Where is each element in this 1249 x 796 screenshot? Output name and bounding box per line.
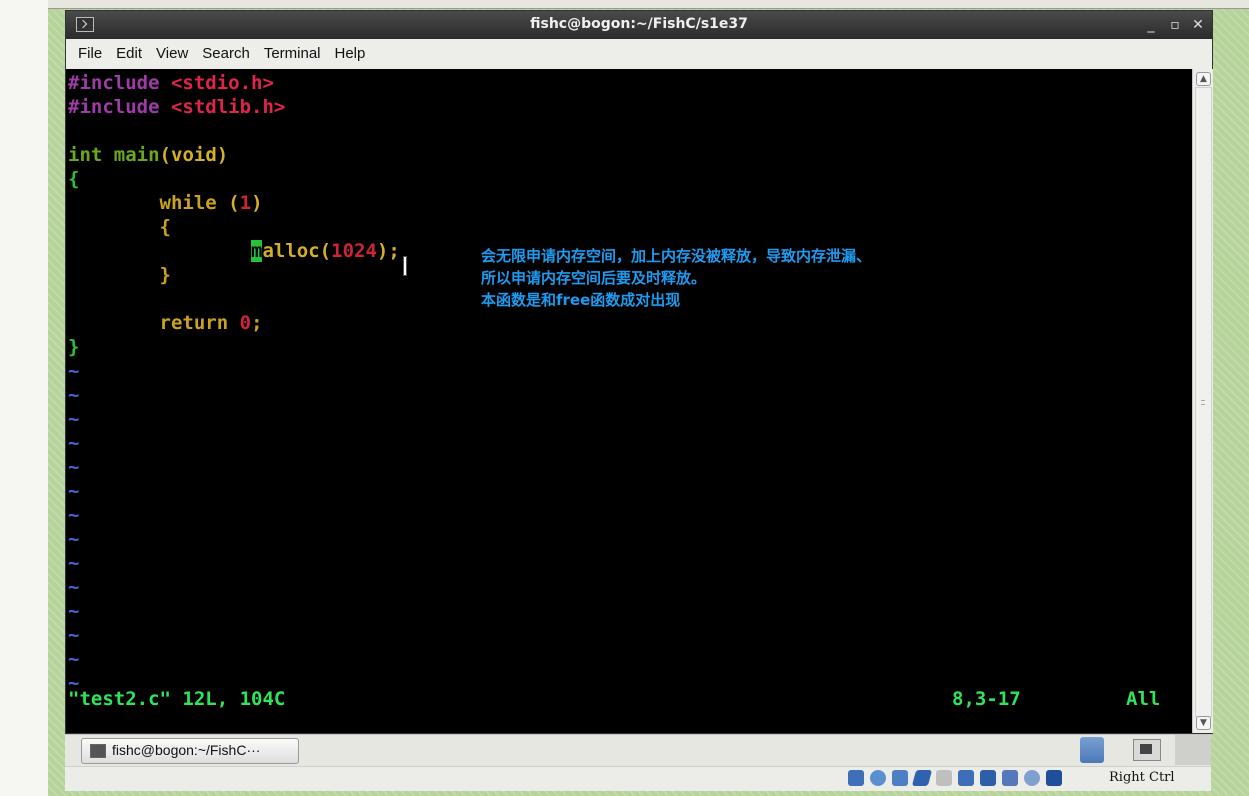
open-brace: {: [68, 168, 80, 190]
menu-bar: File Edit View Search Terminal Help: [66, 39, 1212, 70]
empty-line-marker: ~: [68, 408, 80, 430]
guest-top-panel: [48, 0, 1249, 9]
paren-open: (: [159, 144, 171, 166]
empty-line-marker: ~: [68, 576, 80, 598]
empty-line-marker: ~: [68, 648, 80, 670]
scroll-up-button[interactable]: ▲: [1196, 72, 1211, 86]
loop-condition: 1: [239, 192, 252, 214]
return-value: 0: [239, 312, 252, 334]
optical-disk-icon[interactable]: [848, 770, 864, 786]
malloc-call: alloc(: [262, 240, 332, 262]
preprocessor-directive: #include: [68, 96, 160, 118]
mouse-ibeam-icon: [398, 255, 410, 276]
code-line-6: while (1): [68, 191, 263, 215]
code-line-12: }: [68, 335, 79, 359]
annotation-text: 会无限申请内存空间，加上内存没被释放，导致内存泄漏、 所以申请内存空间后要及时释放…: [481, 245, 871, 311]
status-scroll-indicator: All: [1126, 688, 1161, 710]
code-line-2: #include <stdlib.h>: [68, 95, 285, 119]
header-name: <stdlib.h>: [170, 96, 286, 118]
paren-open: (: [228, 192, 240, 214]
empty-line-marker: ~: [68, 552, 80, 574]
menu-view[interactable]: View: [154, 39, 190, 69]
malloc-size: 1024: [331, 240, 377, 262]
audio-icon[interactable]: [1024, 770, 1040, 786]
function-name: main: [113, 144, 160, 166]
empty-line-marker: ~: [68, 384, 80, 406]
network-icon[interactable]: [892, 770, 908, 786]
folder-icon[interactable]: [1080, 737, 1104, 763]
preprocessor-directive: #include: [68, 72, 160, 94]
scroll-thumb[interactable]: [1195, 87, 1212, 717]
empty-line-marker: ~: [68, 528, 80, 550]
terminal-launcher-icon[interactable]: [1133, 739, 1161, 761]
close-button[interactable]: ✕: [1187, 15, 1209, 35]
menu-edit[interactable]: Edit: [114, 39, 144, 69]
taskbar: fishc@bogon:~/FishC···: [65, 734, 1211, 767]
code-line-7: {: [68, 215, 171, 239]
close-brace: }: [159, 264, 171, 286]
paren-close: ): [251, 192, 263, 214]
maximize-button[interactable]: ▫: [1164, 15, 1186, 35]
menu-help[interactable]: Help: [333, 39, 368, 69]
code-line-11: return 0;: [68, 311, 263, 335]
taskbar-terminal-label: fishc@bogon:~/FishC···: [112, 742, 261, 758]
mouse-integration-icon[interactable]: [1002, 770, 1018, 786]
vertical-scrollbar[interactable]: ▲ ▼: [1192, 69, 1213, 733]
title-bar[interactable]: fishc@bogon:~/FishC/s1e37 _ ▫ ✕: [66, 11, 1212, 39]
code-line-5: {: [68, 167, 79, 191]
usb-icon[interactable]: [870, 770, 886, 786]
code-line-8: malloc(1024);: [68, 239, 400, 263]
minimize-button[interactable]: _: [1140, 15, 1162, 35]
code-line-9: }: [68, 263, 171, 287]
empty-line-marker: ~: [68, 360, 80, 382]
menu-file[interactable]: File: [76, 39, 104, 69]
return-keyword: return: [159, 312, 229, 334]
vm-display: fishc@bogon:~/FishC/s1e37 _ ▫ ✕ File Edit…: [48, 0, 1249, 796]
display-icon[interactable]: [936, 770, 952, 786]
shared-folder-icon[interactable]: [911, 770, 933, 786]
empty-line-marker: ~: [68, 456, 80, 478]
host-key-arrow-icon[interactable]: [1046, 770, 1062, 786]
empty-line-marker: ~: [68, 432, 80, 454]
empty-line-marker: ~: [68, 600, 80, 622]
semicolon: ;: [251, 312, 263, 334]
return-type: int: [68, 144, 103, 166]
annotation-line-3: 本函数是和free函数成对出现: [481, 291, 681, 309]
annotation-line-1: 会无限申请内存空间，加上内存没被释放，导致内存泄漏、: [481, 247, 872, 265]
taskbar-terminal-button[interactable]: fishc@bogon:~/FishC···: [81, 738, 299, 764]
terminal-window: fishc@bogon:~/FishC/s1e37 _ ▫ ✕ File Edit…: [65, 10, 1213, 734]
recording-icon[interactable]: [958, 770, 974, 786]
code-line-1: #include <stdio.h>: [68, 71, 274, 95]
text-cursor: m: [251, 240, 263, 262]
status-cursor-position: 8,3-17: [952, 688, 1021, 710]
code-line-4: int main(void): [68, 143, 228, 167]
terminal-icon: [90, 744, 106, 758]
window-title: fishc@bogon:~/FishC/s1e37: [530, 16, 748, 32]
open-brace: {: [159, 216, 171, 238]
taskbar-corner: [1175, 735, 1211, 765]
cpu-icon[interactable]: [980, 770, 996, 786]
annotation-line-2: 所以申请内存空间后要及时释放。: [481, 269, 707, 287]
close-brace: }: [68, 336, 80, 358]
vim-editor[interactable]: #include <stdio.h> #include <stdlib.h> i…: [66, 69, 1192, 733]
status-file-info: "test2.c" 12L, 104C: [68, 688, 286, 710]
menu-terminal[interactable]: Terminal: [262, 39, 323, 69]
statement-end: );: [376, 240, 400, 262]
param-type: void: [171, 144, 217, 166]
menu-search[interactable]: Search: [200, 39, 252, 69]
grip-icon: [1201, 400, 1205, 405]
empty-line-marker: ~: [68, 504, 80, 526]
empty-line-marker: ~: [68, 480, 80, 502]
header-name: <stdio.h>: [170, 72, 274, 94]
paren-close: ): [216, 144, 229, 166]
empty-line-marker: ~: [68, 624, 80, 646]
host-desktop-edge: [0, 0, 49, 796]
host-key-label: Right Ctrl: [1109, 770, 1175, 785]
scroll-down-button[interactable]: ▼: [1196, 716, 1211, 730]
virtualbox-status-bar: Right Ctrl: [65, 766, 1211, 791]
while-keyword: while: [159, 192, 217, 214]
